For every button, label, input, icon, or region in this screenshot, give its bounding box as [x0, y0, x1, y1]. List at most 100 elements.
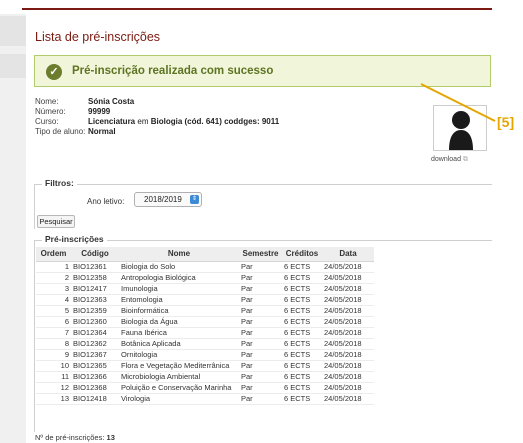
cell-nome: Virologia	[119, 393, 239, 405]
cell-semestre: Par	[239, 283, 282, 295]
cell-codigo: BIO12417	[71, 283, 119, 295]
cell-data: 24/05/2018	[322, 349, 374, 361]
cell-ordem: 8	[36, 338, 71, 350]
table-row: 5 BIO12359 Bioinformática Par 6 ECTS 24/05/20…	[36, 305, 374, 317]
search-button[interactable]: Pesquisar	[37, 215, 75, 228]
col-semestre[interactable]: Semestre	[239, 247, 282, 262]
course-name: Biologia (cód. 641) coddges: 9011	[150, 117, 280, 126]
check-circle-icon: ✓	[46, 64, 62, 80]
download-link[interactable]: download ⧉	[431, 156, 468, 164]
cell-data: 24/05/2018	[322, 393, 374, 405]
cell-data: 24/05/2018	[322, 338, 374, 350]
cell-codigo: BIO12366	[71, 371, 119, 383]
cell-nome: Biologia da Água	[119, 316, 239, 328]
cell-creditos: 6 ECTS	[282, 283, 322, 295]
cell-codigo: BIO12368	[71, 382, 119, 394]
cell-semestre: Par	[239, 261, 282, 273]
cell-creditos: 6 ECTS	[282, 316, 322, 328]
cell-data: 24/05/2018	[322, 360, 374, 372]
table-row: 1 BIO12361 Biologia do Solo Par 6 ECTS 24/05/…	[36, 261, 374, 273]
cell-semestre: Par	[239, 272, 282, 284]
success-message: Pré-inscrição realizada com sucesso	[72, 65, 274, 77]
enrollments-legend: Pré-inscrições	[42, 234, 107, 244]
table-row: 4 BIO12363 Entomologia Par 6 ECTS 24/05/2018	[36, 294, 374, 306]
cell-creditos: 6 ECTS	[282, 349, 322, 361]
callout-label: [5]	[497, 114, 515, 130]
course-connector: em	[137, 117, 149, 126]
table-row: 3 BIO12417 Imunologia Par 6 ECTS 24/05/2018	[36, 283, 374, 295]
cell-ordem: 1	[36, 261, 71, 273]
cell-data: 24/05/2018	[322, 327, 374, 339]
cell-codigo: BIO12363	[71, 294, 119, 306]
cell-creditos: 6 ECTS	[282, 338, 322, 350]
cell-data: 24/05/2018	[322, 316, 374, 328]
cell-nome: Biologia do Solo	[119, 261, 239, 273]
person-silhouette-icon	[449, 111, 473, 150]
enrollment-count: Nº de pré-inscrições: 13	[35, 433, 115, 442]
external-link-icon: ⧉	[462, 156, 468, 163]
cell-codigo: BIO12418	[71, 393, 119, 405]
cell-semestre: Par	[239, 360, 282, 372]
cell-ordem: 2	[36, 272, 71, 284]
col-nome[interactable]: Nome	[119, 247, 239, 262]
cell-creditos: 6 ECTS	[282, 371, 322, 383]
table-row: 6 BIO12360 Biologia da Água Par 6 ECTS 24/05/…	[36, 316, 374, 328]
cell-ordem: 4	[36, 294, 71, 306]
cell-semestre: Par	[239, 294, 282, 306]
year-select[interactable]: 2018/2019 ⇕	[134, 192, 202, 207]
count-label: Nº de pré-inscrições:	[35, 433, 105, 442]
cell-data: 24/05/2018	[322, 261, 374, 273]
student-number: 99999	[88, 107, 111, 116]
cell-codigo: BIO12361	[71, 261, 119, 273]
table-row: 12 BIO12368 Poluição e Conservação Marinha…	[36, 382, 374, 394]
cell-nome: Poluição e Conservação Marinha	[119, 382, 239, 394]
cell-codigo: BIO12358	[71, 272, 119, 284]
cell-codigo: BIO12360	[71, 316, 119, 328]
select-arrows-icon: ⇕	[190, 195, 199, 204]
cell-ordem: 7	[36, 327, 71, 339]
cell-semestre: Par	[239, 371, 282, 383]
cell-creditos: 6 ECTS	[282, 360, 322, 372]
cell-data: 24/05/2018	[322, 371, 374, 383]
cell-data: 24/05/2018	[322, 294, 374, 306]
left-decorative-strip	[0, 14, 26, 443]
cell-semestre: Par	[239, 316, 282, 328]
table-row: 8 BIO12362 Botânica Aplicada Par 6 ECTS 24/05…	[36, 338, 374, 350]
filters-legend: Filtros:	[42, 178, 77, 188]
cell-creditos: 6 ECTS	[282, 305, 322, 317]
cell-nome: Bioinformática	[119, 305, 239, 317]
cell-semestre: Par	[239, 338, 282, 350]
cell-ordem: 11	[36, 371, 71, 383]
cell-creditos: 6 ECTS	[282, 382, 322, 394]
course-label: Curso:	[35, 117, 59, 126]
filters-box	[34, 184, 492, 229]
cell-semestre: Par	[239, 393, 282, 405]
table-row: 7 BIO12364 Fauna Ibérica Par 6 ECTS 24/05/201…	[36, 327, 374, 339]
cell-creditos: 6 ECTS	[282, 393, 322, 405]
download-label[interactable]: download	[431, 156, 461, 163]
year-label: Ano letivo:	[87, 197, 125, 206]
cell-codigo: BIO12362	[71, 338, 119, 350]
cell-data: 24/05/2018	[322, 382, 374, 394]
cell-codigo: BIO12359	[71, 305, 119, 317]
col-ordem[interactable]: Ordem	[36, 247, 71, 262]
col-codigo[interactable]: Código	[71, 247, 119, 262]
enrollments-table: Ordem Código Nome Semestre Créditos Data…	[36, 247, 374, 405]
cell-nome: Microbiologia Ambiental	[119, 371, 239, 383]
cell-nome: Antropologia Biológica	[119, 272, 239, 284]
cell-creditos: 6 ECTS	[282, 272, 322, 284]
col-creditos[interactable]: Créditos	[282, 247, 322, 262]
success-alert: ✓ Pré-inscrição realizada com sucesso	[34, 55, 491, 87]
cell-codigo: BIO12365	[71, 360, 119, 372]
cell-nome: Fauna Ibérica	[119, 327, 239, 339]
student-course: Licenciatura em Biologia (cód. 641) codd…	[88, 117, 279, 127]
cell-nome: Botânica Aplicada	[119, 338, 239, 350]
student-name: Sónia Costa	[88, 97, 135, 106]
cell-creditos: 6 ECTS	[282, 327, 322, 339]
cell-ordem: 13	[36, 393, 71, 405]
student-info: Nome: Sónia Costa Número: 99999 Curso: L…	[35, 97, 279, 137]
cell-nome: Flora e Vegetação Mediterrânica	[119, 360, 239, 372]
cell-data: 24/05/2018	[322, 272, 374, 284]
name-label: Nome:	[35, 97, 59, 106]
col-data[interactable]: Data	[322, 247, 374, 262]
